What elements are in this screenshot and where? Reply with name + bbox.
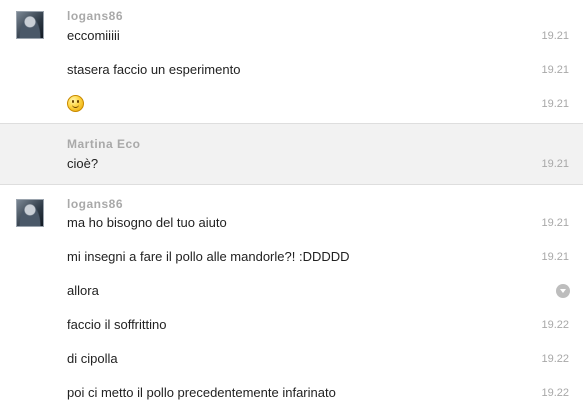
chevron-down-icon[interactable] bbox=[556, 284, 570, 298]
message-row: cioè? 19.21 bbox=[67, 154, 583, 174]
message-time: 19.21 bbox=[541, 158, 569, 170]
message-time: 19.21 bbox=[541, 64, 569, 76]
message-row: eccomiiiii 19.21 bbox=[67, 26, 583, 46]
sender-name[interactable]: logans86 bbox=[67, 197, 123, 211]
message-text: cioè? bbox=[67, 156, 99, 171]
message-row: faccio il soffrittino 19.22 bbox=[67, 315, 583, 335]
message-time: 19.21 bbox=[541, 30, 569, 42]
message-time: 19.22 bbox=[541, 353, 569, 365]
message-row: allora bbox=[67, 281, 583, 301]
message-text: di cipolla bbox=[67, 351, 118, 366]
avatar[interactable] bbox=[16, 199, 44, 227]
message-row: di cipolla 19.22 bbox=[67, 349, 583, 369]
message-text: ma ho bisogno del tuo aiuto bbox=[67, 215, 227, 230]
message-group-logans86-1: logans86 eccomiiiii 19.21 stasera faccio… bbox=[0, 0, 583, 123]
message-group-logans86-2: logans86 ma ho bisogno del tuo aiuto 19.… bbox=[0, 185, 583, 409]
message-time: 19.21 bbox=[541, 251, 569, 263]
message-row: ma ho bisogno del tuo aiuto 19.21 bbox=[67, 213, 583, 233]
message-row: poi ci metto il pollo precedentemente in… bbox=[67, 383, 583, 403]
sender-name[interactable]: Martina Eco bbox=[67, 137, 141, 151]
message-text: allora bbox=[67, 283, 99, 298]
message-text: mi insegni a fare il pollo alle mandorle… bbox=[67, 249, 350, 264]
message-text: stasera faccio un esperimento bbox=[67, 62, 241, 77]
avatar[interactable] bbox=[16, 11, 44, 39]
message-row: mi insegni a fare il pollo alle mandorle… bbox=[67, 247, 583, 267]
smiley-icon bbox=[67, 95, 84, 112]
message-group-martina-eco: Martina Eco cioè? 19.21 bbox=[0, 123, 583, 185]
message-time: 19.21 bbox=[541, 98, 569, 110]
message-time: 19.21 bbox=[541, 217, 569, 229]
message-text: faccio il soffrittino bbox=[67, 317, 167, 332]
message-time: 19.22 bbox=[541, 319, 569, 331]
message-text: eccomiiiii bbox=[67, 28, 120, 43]
message-row: stasera faccio un esperimento 19.21 bbox=[67, 60, 583, 80]
message-text: poi ci metto il pollo precedentemente in… bbox=[67, 385, 336, 400]
message-row: 19.21 bbox=[67, 94, 583, 114]
sender-name[interactable]: logans86 bbox=[67, 9, 123, 23]
message-time: 19.22 bbox=[541, 387, 569, 399]
